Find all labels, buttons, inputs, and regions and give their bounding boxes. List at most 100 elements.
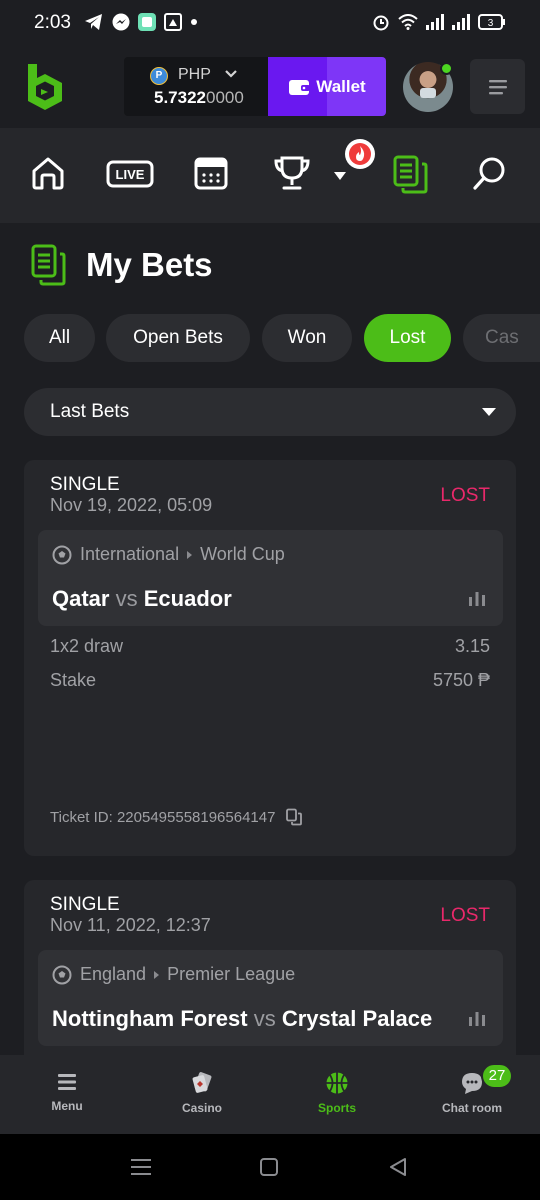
live-icon[interactable]: LIVE	[106, 160, 154, 188]
home-button-icon[interactable]	[260, 1158, 278, 1176]
breadcrumb-separator	[187, 550, 193, 559]
bet-status-badge: LOST	[440, 905, 490, 926]
caret-down-icon[interactable]	[333, 171, 347, 181]
balance-amount: 5.73220000	[154, 88, 244, 108]
filter-lost[interactable]: Lost	[364, 314, 451, 362]
dot-icon	[191, 19, 197, 25]
calendar-icon[interactable]	[193, 155, 229, 191]
filter-cashout[interactable]: Cas	[463, 314, 540, 362]
my-bets-icon[interactable]	[392, 155, 430, 195]
filter-won[interactable]: Won	[262, 314, 352, 362]
vs-label: vs	[115, 586, 138, 611]
signal-icon	[426, 14, 444, 30]
bottom-nav-menu[interactable]: Menu	[17, 1071, 117, 1113]
back-icon[interactable]	[389, 1158, 407, 1176]
balance-selector[interactable]: P PHP 5.73220000	[124, 57, 270, 116]
basketball-icon	[326, 1072, 348, 1094]
casino-cards-icon	[192, 1072, 212, 1093]
signal-icon-2	[452, 14, 470, 30]
bet-card[interactable]: SINGLE Nov 19, 2022, 05:09 LOST Internat…	[24, 460, 516, 856]
messenger-icon	[112, 13, 130, 31]
wallet-label: Wallet	[316, 76, 366, 96]
selection-row: 1x2 draw 3.15	[50, 636, 490, 657]
hot-fire-icon[interactable]	[344, 138, 376, 170]
balance-main: 5.7322	[154, 88, 206, 107]
soccer-ball-icon	[52, 965, 72, 984]
dropdown-caret-icon	[482, 408, 496, 416]
bottom-nav-casino[interactable]: Casino	[152, 1071, 252, 1115]
vs-label: vs	[253, 1006, 276, 1031]
top-header: P PHP 5.73220000 Wallet	[0, 46, 540, 128]
away-team: Ecuador	[143, 586, 232, 611]
battery-icon: 3	[478, 14, 505, 30]
event-box[interactable]: International World Cup Qatar vs Ecuador	[38, 530, 503, 626]
peso-coin-icon: P	[150, 67, 168, 85]
bet-date: Nov 19, 2022, 05:09	[50, 495, 213, 515]
copy-icon[interactable]	[285, 808, 303, 826]
period-dropdown[interactable]: Last Bets	[24, 388, 516, 436]
stats-icon[interactable]	[468, 1010, 486, 1026]
telegram-icon	[85, 14, 102, 30]
wallet-icon	[289, 79, 311, 95]
recents-icon[interactable]	[131, 1158, 151, 1176]
search-icon[interactable]	[472, 155, 508, 191]
balance-dim: 0000	[206, 88, 244, 107]
event-box[interactable]: England Premier League Nottingham Forest…	[38, 950, 503, 1046]
bottom-nav-casino-label: Casino	[181, 1101, 222, 1115]
alarm-icon	[373, 15, 389, 31]
league-breadcrumb: England Premier League	[52, 964, 295, 985]
market-label: 1x2 draw	[50, 636, 124, 656]
side-menu-button[interactable]	[470, 59, 525, 114]
bet-card[interactable]: SINGLE Nov 11, 2022, 12:37 LOST England …	[24, 880, 516, 1080]
filter-all[interactable]: All	[24, 314, 95, 362]
home-team: Qatar	[52, 586, 110, 611]
bottom-nav-sports[interactable]: Sports	[287, 1071, 387, 1115]
wallet-button[interactable]: Wallet	[268, 57, 386, 116]
breadcrumb-separator	[154, 970, 160, 979]
home-team: Nottingham Forest	[52, 1006, 248, 1031]
stake-value: 5750 ₱	[432, 670, 490, 690]
online-status-dot	[440, 62, 453, 75]
dropdown-label: Last Bets	[50, 401, 130, 422]
status-time: 2:03	[34, 12, 71, 33]
league-breadcrumb: International World Cup	[52, 544, 285, 565]
bet-status-badge: LOST	[440, 485, 490, 506]
image-icon	[164, 13, 182, 31]
away-team: Crystal Palace	[281, 1006, 433, 1031]
bottom-nav: Menu Casino Sports Chat room	[0, 1055, 540, 1134]
menu-lines-icon	[488, 79, 507, 94]
match-title: Qatar vs Ecuador	[52, 586, 232, 612]
league-name: World Cup	[200, 544, 285, 564]
bet-type: SINGLE	[50, 894, 120, 915]
soccer-ball-icon	[52, 545, 72, 564]
bet-date: Nov 11, 2022, 12:37	[50, 915, 211, 935]
notification-icons	[84, 13, 198, 31]
page-title: My Bets	[86, 246, 213, 283]
battery-level: 3	[488, 18, 494, 29]
main-nav: LIVE	[0, 128, 540, 223]
filter-open-bets[interactable]: Open Bets	[106, 314, 250, 362]
system-icons: 3	[372, 13, 506, 31]
android-nav-bar	[0, 1134, 540, 1200]
bottom-nav-menu-label: Menu	[51, 1099, 83, 1113]
match-title: Nottingham Forest vs Crystal Palace	[52, 1006, 432, 1032]
app-icon	[138, 13, 156, 31]
bottom-nav-sports-label: Sports	[317, 1101, 356, 1115]
menu-icon	[58, 1074, 76, 1090]
home-icon[interactable]	[30, 155, 66, 191]
stake-label: Stake	[50, 670, 97, 690]
chevron-down-icon	[225, 70, 237, 78]
league-region: England	[80, 964, 147, 984]
league-name: Premier League	[167, 964, 296, 984]
my-bets-title-icon	[31, 244, 66, 286]
chat-count-badge: 27	[481, 1063, 513, 1089]
trophy-icon[interactable]	[272, 155, 312, 191]
ticket-id-row: Ticket ID: 2205495558196564147	[50, 808, 303, 826]
wifi-icon	[398, 14, 418, 30]
live-label: LIVE	[116, 167, 145, 182]
odds-value: 3.15	[454, 636, 490, 656]
stats-icon[interactable]	[468, 590, 486, 606]
status-bar: 2:03 3	[0, 0, 540, 46]
brand-logo-icon[interactable]	[26, 64, 64, 110]
stake-row: Stake 5750 ₱	[50, 670, 490, 691]
